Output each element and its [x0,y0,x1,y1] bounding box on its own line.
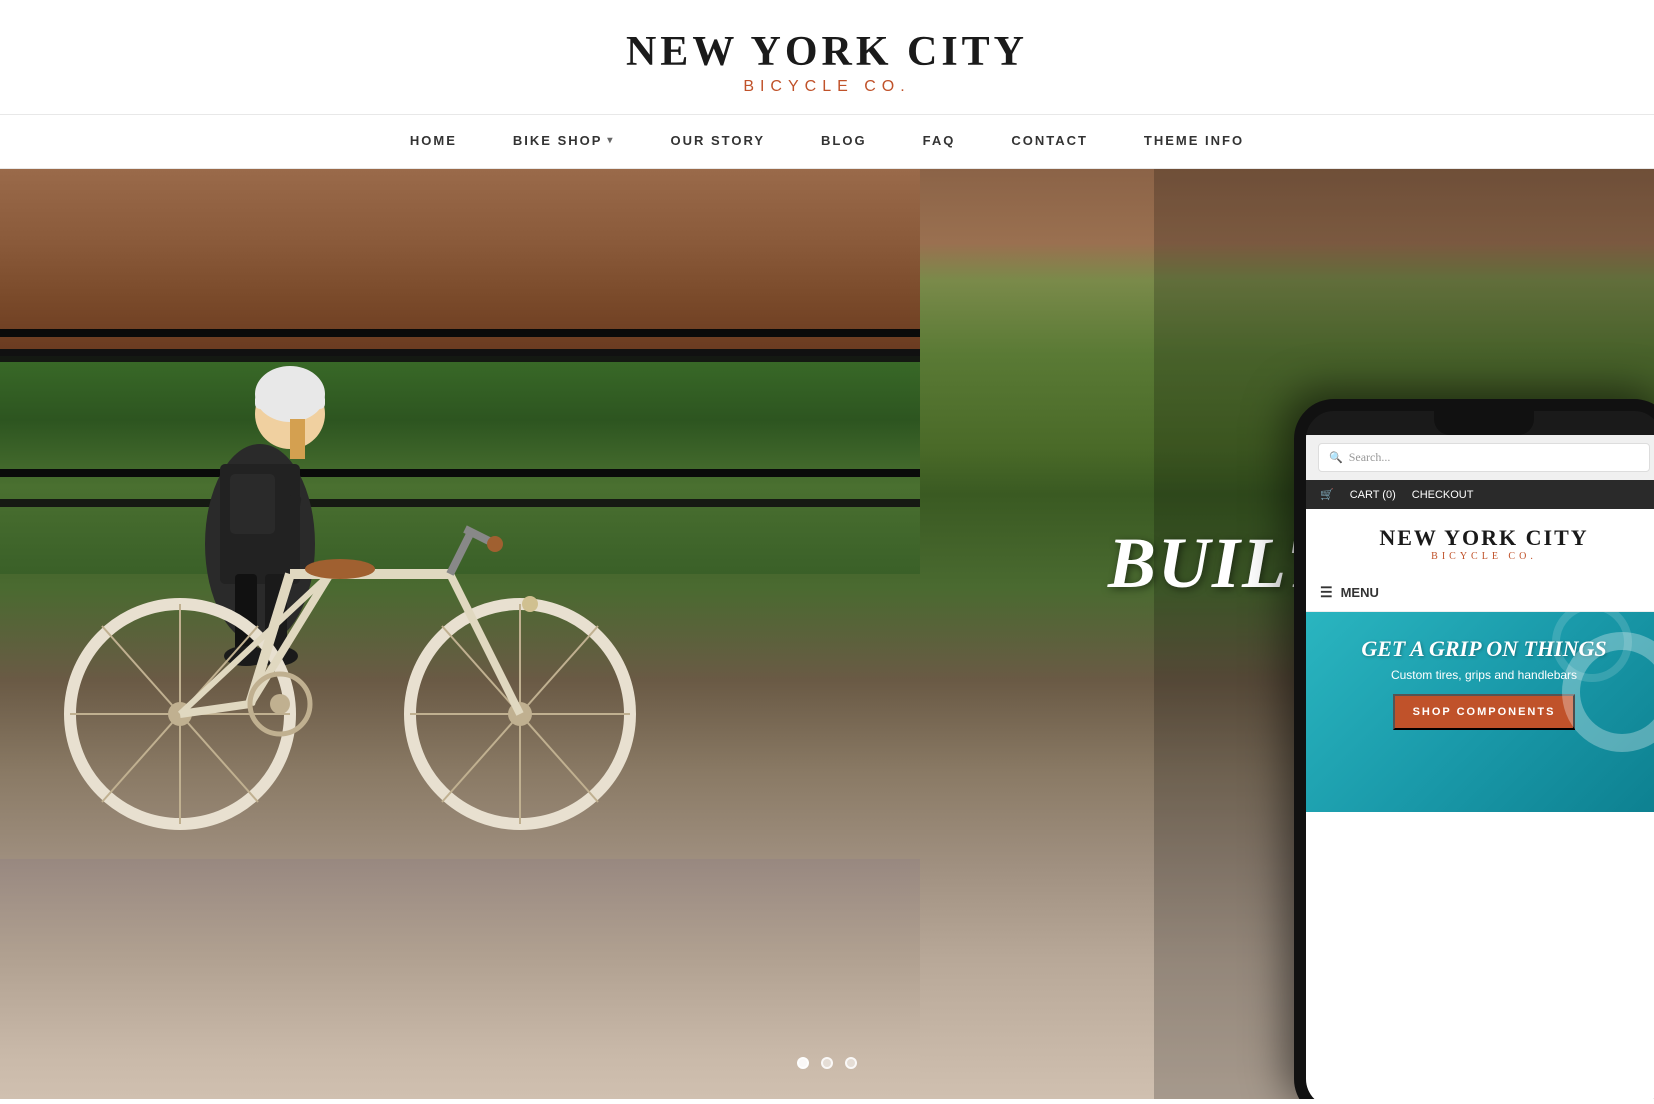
phone-banner: GET A GRIP ON THINGS Custom tires, grips… [1306,612,1654,812]
phone-notch [1434,411,1534,435]
phone-site-header: NEW YORK CITY BICYCLE CO. [1306,509,1654,574]
nav-theme-info[interactable]: THEME INFO [1116,133,1272,148]
slider-dot-3[interactable] [845,1057,857,1069]
phone-site-subtitle: BICYCLE CO. [1316,551,1652,562]
hero-section: // Bars generated via JS below for(let i… [0,169,1654,1099]
phone-cart-bar: 🛒 CART (0) CHECKOUT [1306,480,1654,509]
phone-search-input[interactable]: 🔍 Search... [1318,443,1650,472]
nav-home[interactable]: HOME [382,133,485,148]
slider-dot-2[interactable] [821,1057,833,1069]
phone-search-bar: 🔍 Search... [1306,435,1654,480]
cart-icon: 🛒 [1320,488,1334,501]
shop-components-button[interactable]: SHOP COMPONENTS [1393,694,1576,730]
hamburger-icon: ☰ [1320,584,1333,601]
nav-bike-shop[interactable]: BIKE SHOP ▾ [485,133,643,148]
search-placeholder: Search... [1349,450,1391,465]
site-header: NEW YORK CITY BICYCLE CO. HOME BIKE SHOP… [0,0,1654,169]
pavement [0,859,920,1099]
nav-faq[interactable]: FAQ [895,133,984,148]
slider-dots [797,1057,857,1069]
phone-screen: 🔍 Search... 🛒 CART (0) CHECKOUT NEW YORK… [1306,435,1654,1099]
chevron-down-icon: ▾ [607,135,614,146]
site-title: NEW YORK CITY [20,28,1634,76]
nav-blog[interactable]: BLOG [793,133,895,148]
phone-site-title: NEW YORK CITY [1316,525,1652,551]
nav-contact[interactable]: CONTACT [983,133,1116,148]
main-nav: HOME BIKE SHOP ▾ OUR STORY BLOG FAQ CONT… [0,114,1654,169]
menu-label: MENU [1341,585,1379,600]
phone-menu-bar[interactable]: ☰ MENU [1306,574,1654,612]
checkout-link[interactable]: CHECKOUT [1412,489,1474,501]
phone-mockup: 🔍 Search... 🛒 CART (0) CHECKOUT NEW YORK… [1294,399,1654,1099]
cart-label[interactable]: CART (0) [1350,489,1396,501]
slider-dot-1[interactable] [797,1057,809,1069]
search-icon: 🔍 [1329,451,1343,464]
nav-our-story[interactable]: OUR STORY [642,133,793,148]
person-bicycle [50,264,650,869]
site-subtitle: BICYCLE CO. [20,78,1634,96]
